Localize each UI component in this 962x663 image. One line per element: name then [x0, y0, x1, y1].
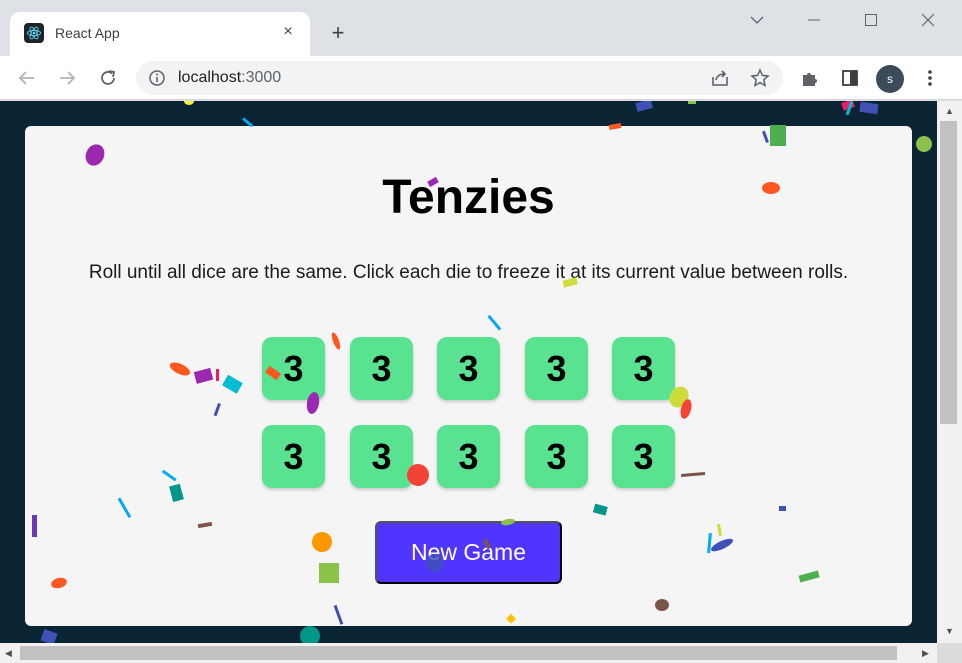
- kebab-menu-icon[interactable]: [918, 66, 942, 90]
- die[interactable]: 3: [437, 425, 500, 488]
- instructions-text: Roll until all dice are the same. Click …: [88, 262, 849, 283]
- arrow-left-icon[interactable]: [15, 66, 39, 90]
- scroll-down-icon[interactable]: ▼: [945, 626, 954, 636]
- address-bar[interactable]: localhost:3000: [136, 61, 783, 95]
- chevron-down-icon[interactable]: [742, 8, 772, 32]
- react-logo-icon: [24, 23, 44, 43]
- browser-titlebar: React App × +: [0, 0, 962, 56]
- die[interactable]: 3: [525, 337, 588, 400]
- page-viewport: Tenzies Roll until all dice are the same…: [0, 101, 937, 643]
- scroll-up-icon[interactable]: ▲: [945, 106, 954, 116]
- close-tab-icon[interactable]: ×: [278, 22, 298, 42]
- page-title: Tenzies: [382, 171, 555, 224]
- game-card: Tenzies Roll until all dice are the same…: [25, 126, 912, 626]
- minimize-icon[interactable]: [799, 8, 829, 32]
- scrollbar-corner: [937, 643, 962, 663]
- scroll-right-icon[interactable]: ▶: [922, 648, 929, 659]
- die[interactable]: 3: [437, 337, 500, 400]
- share-icon[interactable]: [710, 69, 730, 92]
- tab-title: React App: [55, 25, 120, 41]
- maximize-icon[interactable]: [856, 8, 886, 32]
- horizontal-scroll-thumb[interactable]: [20, 646, 897, 660]
- die[interactable]: 3: [350, 425, 413, 488]
- die[interactable]: 3: [612, 337, 675, 400]
- browser-tab[interactable]: React App ×: [10, 12, 310, 56]
- die[interactable]: 3: [262, 425, 325, 488]
- arrow-right-icon[interactable]: [55, 66, 79, 90]
- new-game-button[interactable]: New Game: [375, 521, 562, 584]
- close-window-icon[interactable]: [913, 8, 943, 32]
- puzzle-icon[interactable]: [798, 66, 822, 90]
- scroll-left-icon[interactable]: ◀: [5, 648, 12, 659]
- avatar[interactable]: s: [876, 65, 904, 93]
- horizontal-scrollbar[interactable]: ◀ ▶: [0, 643, 937, 663]
- browser-toolbar: localhost:3000 s: [0, 56, 962, 100]
- sidepanel-icon[interactable]: [838, 66, 862, 90]
- info-icon[interactable]: [148, 69, 166, 92]
- vertical-scrollbar[interactable]: ▲ ▼: [937, 101, 962, 643]
- star-icon[interactable]: [750, 68, 770, 93]
- die[interactable]: 3: [525, 425, 588, 488]
- die[interactable]: 3: [350, 337, 413, 400]
- new-tab-button[interactable]: +: [326, 20, 350, 45]
- url-text: localhost:3000: [178, 69, 282, 86]
- reload-icon[interactable]: [96, 66, 120, 90]
- die[interactable]: 3: [612, 425, 675, 488]
- vertical-scroll-thumb[interactable]: [940, 121, 957, 424]
- die[interactable]: 3: [262, 337, 325, 400]
